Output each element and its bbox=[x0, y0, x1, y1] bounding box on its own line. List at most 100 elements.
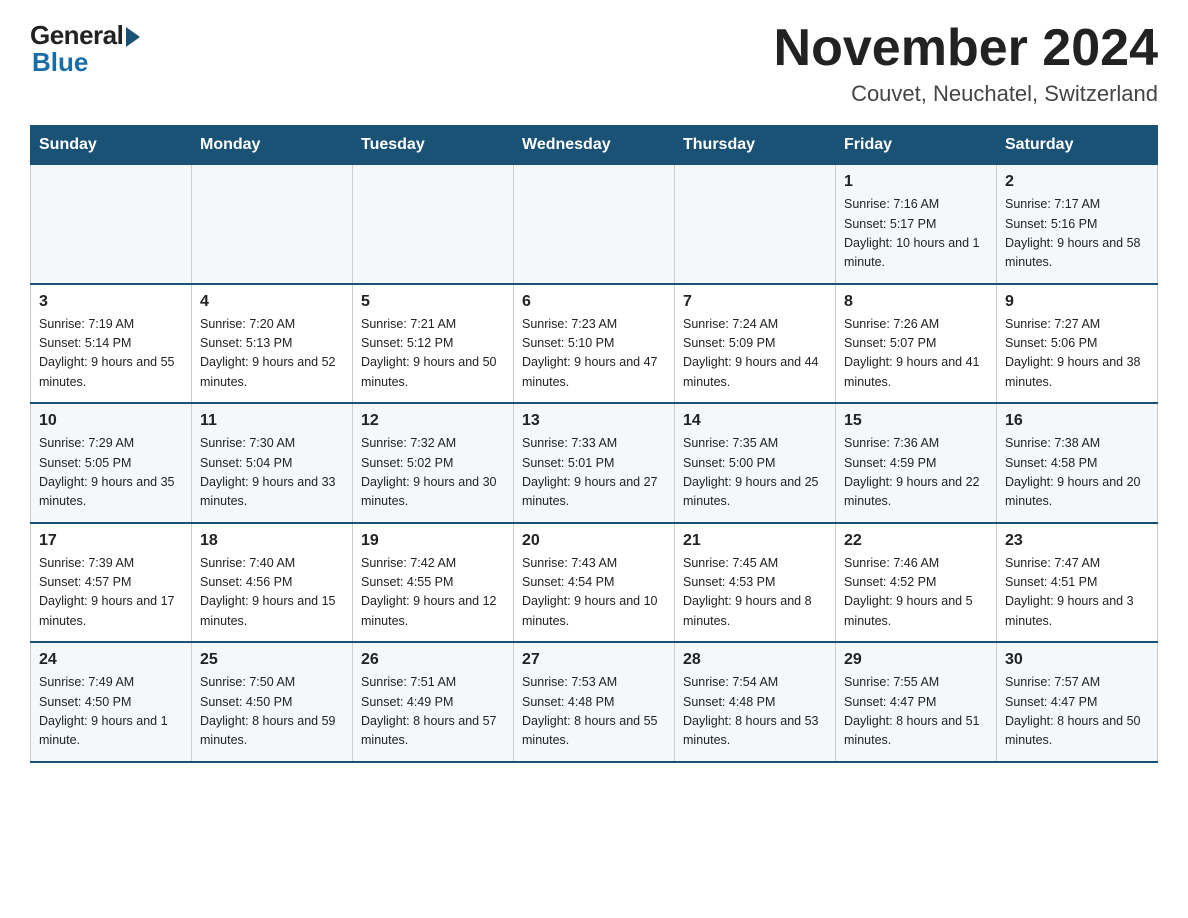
day-info: Sunrise: 7:40 AMSunset: 4:56 PMDaylight:… bbox=[200, 554, 344, 632]
day-number: 18 bbox=[200, 532, 344, 550]
calendar-cell: 25 Sunrise: 7:50 AMSunset: 4:50 PMDayligh… bbox=[192, 642, 353, 762]
day-number: 16 bbox=[1005, 412, 1149, 430]
calendar-cell: 10 Sunrise: 7:29 AMSunset: 5:05 PMDayligh… bbox=[31, 403, 192, 523]
calendar-cell: 16 Sunrise: 7:38 AMSunset: 4:58 PMDayligh… bbox=[997, 403, 1158, 523]
calendar-cell: 13Sunrise: 7:33 AMSunset: 5:01 PMDayligh… bbox=[514, 403, 675, 523]
day-info: Sunrise: 7:20 AMSunset: 5:13 PMDaylight:… bbox=[200, 315, 344, 393]
day-number: 5 bbox=[361, 293, 505, 311]
day-info: Sunrise: 7:35 AMSunset: 5:00 PMDaylight:… bbox=[683, 434, 827, 512]
day-header-tuesday: Tuesday bbox=[353, 126, 514, 165]
calendar-table: SundayMondayTuesdayWednesdayThursdayFrid… bbox=[30, 125, 1158, 763]
day-info: Sunrise: 7:30 AMSunset: 5:04 PMDaylight:… bbox=[200, 434, 344, 512]
calendar-cell: 9 Sunrise: 7:27 AMSunset: 5:06 PMDaylight… bbox=[997, 284, 1158, 404]
calendar-week-row: 1 Sunrise: 7:16 AMSunset: 5:17 PMDaylight… bbox=[31, 165, 1158, 284]
day-number: 11 bbox=[200, 412, 344, 430]
calendar-cell: 6 Sunrise: 7:23 AMSunset: 5:10 PMDaylight… bbox=[514, 284, 675, 404]
day-info: Sunrise: 7:38 AMSunset: 4:58 PMDaylight:… bbox=[1005, 434, 1149, 512]
calendar-cell: 30Sunrise: 7:57 AMSunset: 4:47 PMDayligh… bbox=[997, 642, 1158, 762]
calendar-cell: 22Sunrise: 7:46 AMSunset: 4:52 PMDayligh… bbox=[836, 523, 997, 643]
day-info: Sunrise: 7:16 AMSunset: 5:17 PMDaylight:… bbox=[844, 195, 988, 273]
day-info: Sunrise: 7:49 AMSunset: 4:50 PMDaylight:… bbox=[39, 673, 183, 751]
day-number: 26 bbox=[361, 651, 505, 669]
logo: General Blue bbox=[30, 20, 140, 78]
calendar-cell bbox=[192, 165, 353, 284]
calendar-cell: 28 Sunrise: 7:54 AMSunset: 4:48 PMDayligh… bbox=[675, 642, 836, 762]
day-number: 23 bbox=[1005, 532, 1149, 550]
day-number: 4 bbox=[200, 293, 344, 311]
day-number: 7 bbox=[683, 293, 827, 311]
day-info: Sunrise: 7:51 AMSunset: 4:49 PMDaylight:… bbox=[361, 673, 505, 751]
calendar-cell: 17 Sunrise: 7:39 AMSunset: 4:57 PMDayligh… bbox=[31, 523, 192, 643]
calendar-cell: 8 Sunrise: 7:26 AMSunset: 5:07 PMDaylight… bbox=[836, 284, 997, 404]
day-header-thursday: Thursday bbox=[675, 126, 836, 165]
calendar-cell: 15Sunrise: 7:36 AMSunset: 4:59 PMDayligh… bbox=[836, 403, 997, 523]
calendar-cell: 1 Sunrise: 7:16 AMSunset: 5:17 PMDaylight… bbox=[836, 165, 997, 284]
page-header: General Blue November 2024 Couvet, Neuch… bbox=[30, 20, 1158, 107]
calendar-cell: 7 Sunrise: 7:24 AMSunset: 5:09 PMDaylight… bbox=[675, 284, 836, 404]
day-info: Sunrise: 7:29 AMSunset: 5:05 PMDaylight:… bbox=[39, 434, 183, 512]
day-number: 12 bbox=[361, 412, 505, 430]
calendar-cell: 23Sunrise: 7:47 AMSunset: 4:51 PMDayligh… bbox=[997, 523, 1158, 643]
day-info: Sunrise: 7:27 AMSunset: 5:06 PMDaylight:… bbox=[1005, 315, 1149, 393]
calendar-week-row: 3 Sunrise: 7:19 AMSunset: 5:14 PMDaylight… bbox=[31, 284, 1158, 404]
logo-blue-text: Blue bbox=[32, 47, 88, 78]
logo-arrow-icon bbox=[126, 27, 140, 47]
calendar-cell: 18 Sunrise: 7:40 AMSunset: 4:56 PMDayligh… bbox=[192, 523, 353, 643]
calendar-cell: 26 Sunrise: 7:51 AMSunset: 4:49 PMDayligh… bbox=[353, 642, 514, 762]
calendar-cell: 2Sunrise: 7:17 AMSunset: 5:16 PMDaylight… bbox=[997, 165, 1158, 284]
title-block: November 2024 Couvet, Neuchatel, Switzer… bbox=[774, 20, 1158, 107]
day-info: Sunrise: 7:45 AMSunset: 4:53 PMDaylight:… bbox=[683, 554, 827, 632]
day-info: Sunrise: 7:43 AMSunset: 4:54 PMDaylight:… bbox=[522, 554, 666, 632]
calendar-cell: 14 Sunrise: 7:35 AMSunset: 5:00 PMDayligh… bbox=[675, 403, 836, 523]
day-number: 17 bbox=[39, 532, 183, 550]
day-header-sunday: Sunday bbox=[31, 126, 192, 165]
calendar-cell: 12 Sunrise: 7:32 AMSunset: 5:02 PMDayligh… bbox=[353, 403, 514, 523]
calendar-cell bbox=[514, 165, 675, 284]
day-info: Sunrise: 7:53 AMSunset: 4:48 PMDaylight:… bbox=[522, 673, 666, 751]
day-number: 19 bbox=[361, 532, 505, 550]
day-number: 3 bbox=[39, 293, 183, 311]
calendar-cell: 27Sunrise: 7:53 AMSunset: 4:48 PMDayligh… bbox=[514, 642, 675, 762]
day-number: 9 bbox=[1005, 293, 1149, 311]
day-number: 24 bbox=[39, 651, 183, 669]
day-number: 14 bbox=[683, 412, 827, 430]
day-number: 21 bbox=[683, 532, 827, 550]
calendar-week-row: 24 Sunrise: 7:49 AMSunset: 4:50 PMDayligh… bbox=[31, 642, 1158, 762]
location-subtitle: Couvet, Neuchatel, Switzerland bbox=[774, 81, 1158, 107]
day-info: Sunrise: 7:19 AMSunset: 5:14 PMDaylight:… bbox=[39, 315, 183, 393]
month-title: November 2024 bbox=[774, 20, 1158, 77]
day-number: 1 bbox=[844, 173, 988, 191]
calendar-cell bbox=[353, 165, 514, 284]
calendar-cell: 29Sunrise: 7:55 AMSunset: 4:47 PMDayligh… bbox=[836, 642, 997, 762]
calendar-week-row: 10 Sunrise: 7:29 AMSunset: 5:05 PMDayligh… bbox=[31, 403, 1158, 523]
day-header-saturday: Saturday bbox=[997, 126, 1158, 165]
calendar-cell: 20Sunrise: 7:43 AMSunset: 4:54 PMDayligh… bbox=[514, 523, 675, 643]
day-info: Sunrise: 7:24 AMSunset: 5:09 PMDaylight:… bbox=[683, 315, 827, 393]
day-info: Sunrise: 7:33 AMSunset: 5:01 PMDaylight:… bbox=[522, 434, 666, 512]
calendar-week-row: 17 Sunrise: 7:39 AMSunset: 4:57 PMDayligh… bbox=[31, 523, 1158, 643]
day-info: Sunrise: 7:39 AMSunset: 4:57 PMDaylight:… bbox=[39, 554, 183, 632]
calendar-cell bbox=[675, 165, 836, 284]
calendar-header-row: SundayMondayTuesdayWednesdayThursdayFrid… bbox=[31, 126, 1158, 165]
day-info: Sunrise: 7:32 AMSunset: 5:02 PMDaylight:… bbox=[361, 434, 505, 512]
day-info: Sunrise: 7:17 AMSunset: 5:16 PMDaylight:… bbox=[1005, 195, 1149, 273]
day-number: 6 bbox=[522, 293, 666, 311]
calendar-cell: 21 Sunrise: 7:45 AMSunset: 4:53 PMDayligh… bbox=[675, 523, 836, 643]
day-info: Sunrise: 7:23 AMSunset: 5:10 PMDaylight:… bbox=[522, 315, 666, 393]
day-number: 22 bbox=[844, 532, 988, 550]
day-info: Sunrise: 7:21 AMSunset: 5:12 PMDaylight:… bbox=[361, 315, 505, 393]
day-number: 25 bbox=[200, 651, 344, 669]
calendar-cell bbox=[31, 165, 192, 284]
day-info: Sunrise: 7:50 AMSunset: 4:50 PMDaylight:… bbox=[200, 673, 344, 751]
day-header-wednesday: Wednesday bbox=[514, 126, 675, 165]
day-info: Sunrise: 7:26 AMSunset: 5:07 PMDaylight:… bbox=[844, 315, 988, 393]
day-info: Sunrise: 7:57 AMSunset: 4:47 PMDaylight:… bbox=[1005, 673, 1149, 751]
day-number: 10 bbox=[39, 412, 183, 430]
day-number: 28 bbox=[683, 651, 827, 669]
day-info: Sunrise: 7:36 AMSunset: 4:59 PMDaylight:… bbox=[844, 434, 988, 512]
day-number: 8 bbox=[844, 293, 988, 311]
calendar-cell: 4 Sunrise: 7:20 AMSunset: 5:13 PMDaylight… bbox=[192, 284, 353, 404]
calendar-cell: 11 Sunrise: 7:30 AMSunset: 5:04 PMDayligh… bbox=[192, 403, 353, 523]
day-info: Sunrise: 7:54 AMSunset: 4:48 PMDaylight:… bbox=[683, 673, 827, 751]
day-info: Sunrise: 7:55 AMSunset: 4:47 PMDaylight:… bbox=[844, 673, 988, 751]
